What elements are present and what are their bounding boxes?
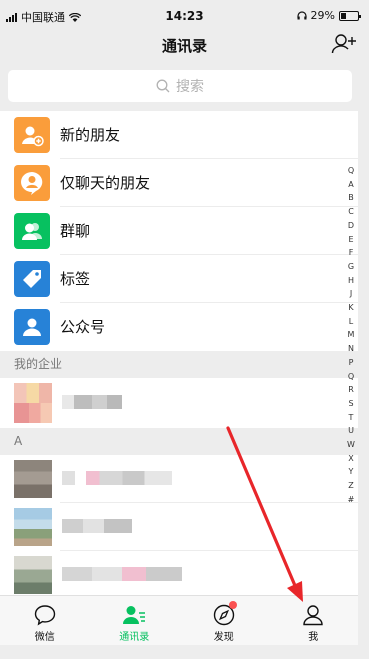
contacts-list: 新的朋友 仅聊天的朋友 群聊 标签 公众号 我的企业 A [0,111,358,599]
avatar [14,556,52,594]
tab-contacts[interactable]: 通讯录 [90,596,180,645]
status-right: 29% [296,9,361,22]
index-bar-background [358,111,369,645]
contacts-icon [123,606,146,624]
battery-percent: 29% [310,9,335,22]
battery-level [341,12,346,19]
tab-label: 我 [308,632,319,643]
index-letter[interactable]: G [348,260,354,274]
index-letter[interactable]: P [349,356,354,370]
tag-icon [14,261,50,297]
avatar [14,460,52,498]
index-letter[interactable]: U [348,424,354,438]
profile-icon [303,605,323,626]
index-letter[interactable]: Y [349,465,354,479]
tab-me[interactable]: 我 [269,596,359,645]
avatar [14,508,52,546]
menu-item-label: 仅聊天的朋友 [60,174,151,192]
index-letter[interactable]: Q [348,164,354,178]
tab-discover[interactable]: 发现 [179,596,269,645]
index-letter[interactable]: L [349,315,353,329]
blurred-name [62,519,132,533]
status-bar: 中国联通 14:23 29% [0,0,369,30]
avatar-pixel [14,403,52,423]
search-input[interactable]: 搜索 [8,70,352,102]
index-letter[interactable]: H [348,274,354,288]
index-letter[interactable]: K [348,301,353,315]
menu-item-official-accounts[interactable]: 公众号 [0,303,358,351]
chat-icon [34,605,55,626]
enterprise-item[interactable] [0,378,358,428]
menu-item-tags[interactable]: 标签 [0,255,358,303]
tab-label: 微信 [34,632,55,643]
contact-row[interactable] [0,455,358,503]
menu-item-label: 标签 [60,270,91,288]
index-letter[interactable]: M [348,328,355,342]
blurred-name [62,471,172,485]
page-title: 通讯录 [161,37,207,55]
menu-item-label: 群聊 [60,222,91,240]
index-letter[interactable]: F [349,246,354,260]
search-placeholder: 搜索 [176,79,204,95]
contact-row[interactable] [0,551,358,599]
index-letter[interactable]: C [348,205,354,219]
index-letter[interactable]: D [348,219,354,233]
menu-item-group-chats[interactable]: 群聊 [0,207,358,255]
index-letter[interactable]: B [348,191,354,205]
official-account-icon [14,309,50,345]
menu-item-new-friends[interactable]: 新的朋友 [0,111,358,159]
index-letter[interactable]: Q [348,370,354,384]
index-letter[interactable]: S [348,397,353,411]
index-letter[interactable]: X [348,452,353,466]
tab-chats[interactable]: 微信 [0,596,90,645]
add-friend-icon[interactable] [331,32,357,56]
menu-item-label: 公众号 [60,318,106,336]
battery-icon [339,10,361,21]
tab-bar: 微信 通讯录 发现 我 [0,595,358,645]
index-letter[interactable]: N [348,342,354,356]
menu-item-chat-only-friends[interactable]: 仅聊天的朋友 [0,159,358,207]
index-letter[interactable]: W [347,438,355,452]
contacts-screen: 中国联通 14:23 29% 通讯录 搜索 新的朋友 仅聊天的朋友 群聊 标签 … [0,0,369,659]
blurred-name [62,395,122,409]
section-header-a: A [0,428,358,455]
tab-label: 通讯录 [119,632,150,643]
contact-row[interactable] [0,503,358,551]
notification-dot [228,601,237,609]
index-letter[interactable]: E [348,233,353,247]
index-letter[interactable]: T [349,411,354,425]
blurred-name [62,567,182,581]
index-letter[interactable]: # [348,493,355,507]
search-icon [156,79,170,93]
alphabet-index-bar[interactable]: Q A B C D E F G H J K L M N P Q R S T U W X Y Z # [346,164,356,507]
index-letter[interactable]: A [348,178,353,192]
headphones-icon [296,11,307,20]
index-letter[interactable]: J [350,287,352,301]
index-letter[interactable]: Z [348,479,353,493]
index-letter[interactable]: R [348,383,354,397]
nav-bar: 通讯录 [0,30,369,62]
group-chat-icon [14,213,50,249]
section-header-enterprise: 我的企业 [0,351,358,378]
chat-only-friend-icon [14,165,50,201]
menu-item-label: 新的朋友 [60,126,121,144]
new-friend-icon [14,117,50,153]
tab-label: 发现 [213,632,234,643]
